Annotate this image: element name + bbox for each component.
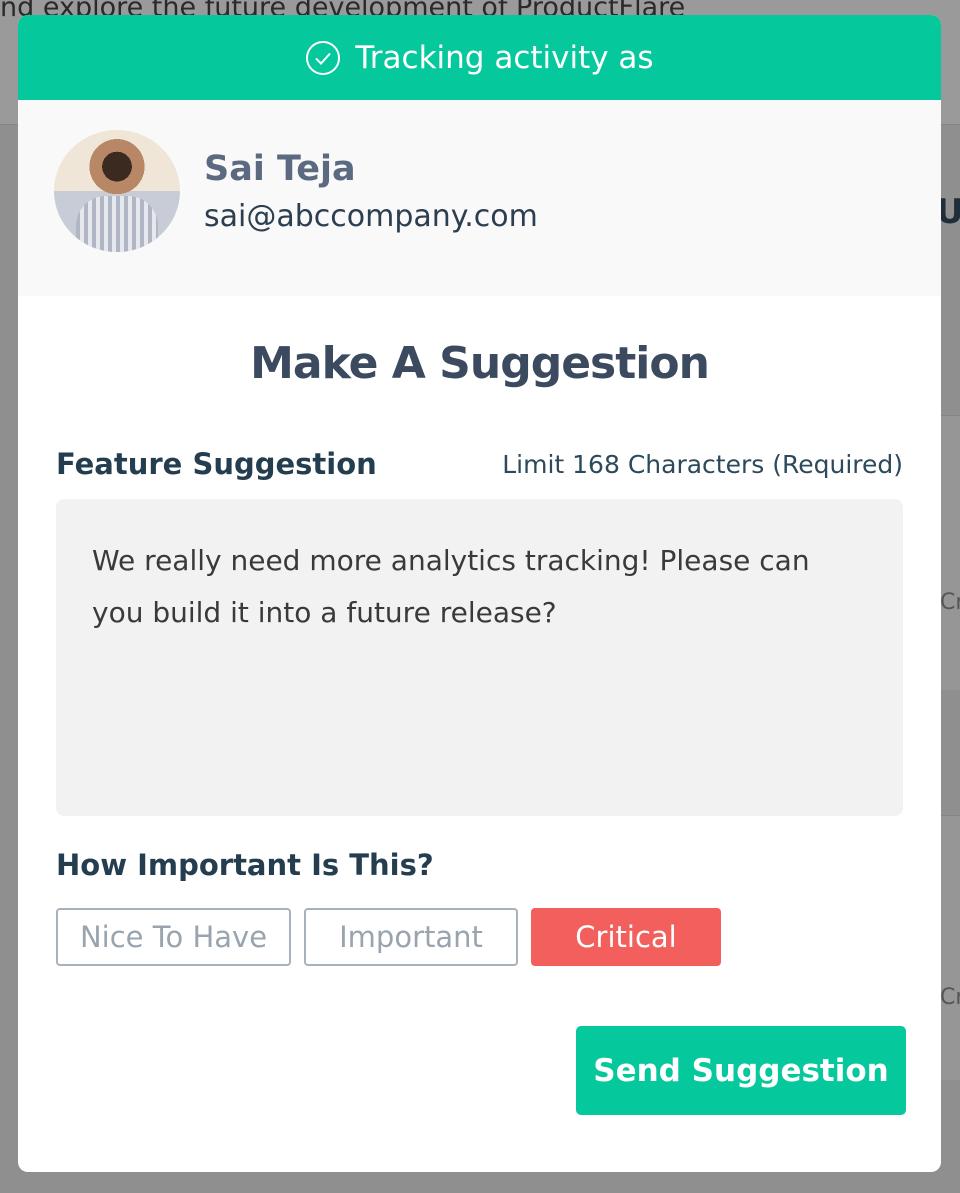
tracking-text: Tracking activity as bbox=[355, 39, 654, 76]
importance-label: How Important Is This? bbox=[56, 848, 434, 882]
background-fragment: Cr bbox=[940, 985, 960, 1010]
background-fragment: Cr bbox=[940, 590, 960, 615]
background-card bbox=[941, 415, 960, 690]
option-nice-to-have[interactable]: Nice To Have bbox=[56, 908, 291, 966]
suggestion-modal: Tracking activity as Sai Teja sai@abccom… bbox=[18, 15, 941, 1172]
send-suggestion-button[interactable]: Send Suggestion bbox=[576, 1026, 906, 1115]
user-email: sai@abccompany.com bbox=[204, 198, 538, 234]
form-title: Make A Suggestion bbox=[250, 338, 710, 389]
user-profile: Sai Teja sai@abccompany.com bbox=[18, 100, 941, 296]
feature-label: Feature Suggestion bbox=[56, 447, 377, 481]
background-card bbox=[941, 815, 960, 1080]
tracking-banner: Tracking activity as bbox=[18, 15, 941, 100]
limit-text: Limit 168 Characters (Required) bbox=[502, 449, 903, 479]
option-important[interactable]: Important bbox=[304, 908, 518, 966]
check-circle-icon bbox=[306, 40, 341, 75]
suggestion-textarea[interactable]: We really need more analytics tracking! … bbox=[56, 499, 903, 816]
avatar bbox=[54, 130, 180, 252]
importance-options: Nice To Have Important Critical bbox=[56, 908, 903, 966]
option-critical[interactable]: Critical bbox=[531, 908, 721, 966]
user-name: Sai Teja bbox=[204, 148, 356, 189]
